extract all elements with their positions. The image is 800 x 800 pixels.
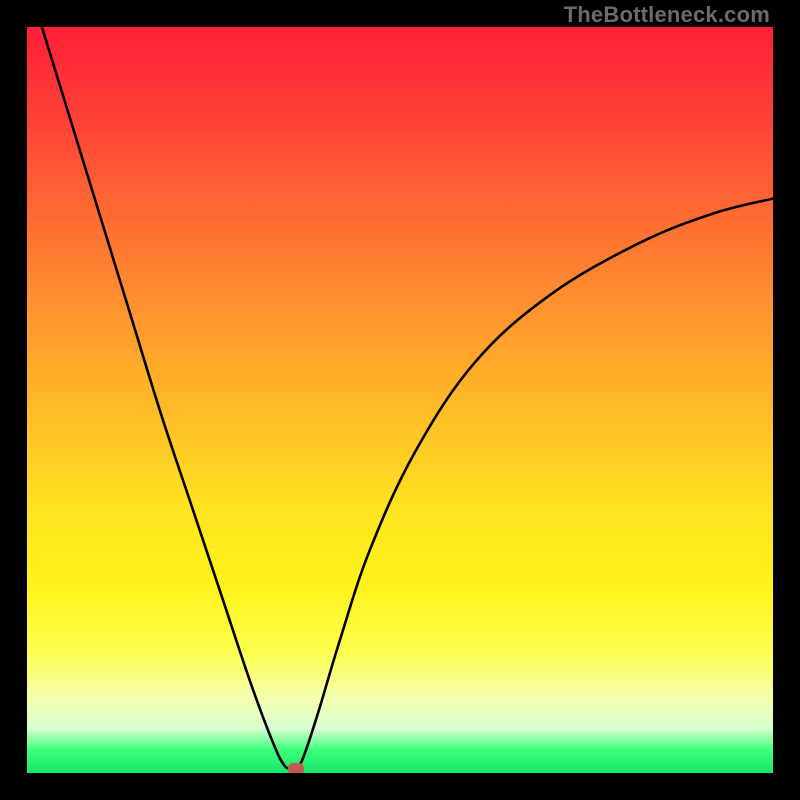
minimum-marker — [288, 763, 304, 773]
chart-stage: TheBottleneck.com — [0, 0, 800, 800]
curve-left-branch — [42, 27, 292, 769]
curve-layer — [27, 27, 773, 773]
curve-right-branch — [296, 199, 773, 770]
plot-area — [27, 27, 773, 773]
attribution-text: TheBottleneck.com — [564, 2, 770, 28]
